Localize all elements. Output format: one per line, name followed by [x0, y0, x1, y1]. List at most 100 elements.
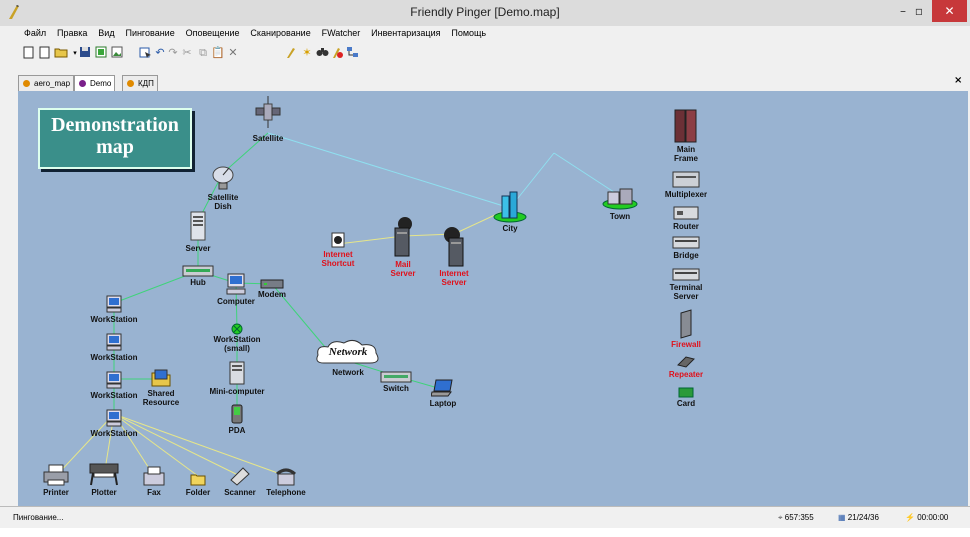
node-label: Switch: [383, 384, 409, 393]
node-label: Town: [609, 212, 631, 221]
undo-icon[interactable]: ↶: [153, 46, 167, 60]
map-title-box[interactable]: Demonstration map: [38, 108, 192, 169]
satellite-icon: [255, 96, 281, 128]
cursor-icon: ⌖: [778, 513, 783, 522]
minicomputer-icon: [229, 361, 245, 385]
tab-status-dot-icon: [23, 80, 30, 87]
image-icon[interactable]: [110, 46, 124, 60]
status-coords: ⌖ 657:355: [778, 513, 814, 522]
node-label: Satellite Dish: [207, 193, 239, 211]
bridge-icon: [672, 236, 700, 249]
menu-scanning[interactable]: Сканирование: [250, 28, 310, 38]
server-icon: [190, 211, 206, 241]
tab-demo[interactable]: Demo: [74, 75, 116, 92]
new-page-icon[interactable]: [38, 46, 52, 60]
node-label: WorkStation (small): [213, 335, 261, 353]
watch-icon[interactable]: [330, 46, 344, 60]
paste-icon[interactable]: 📋: [211, 46, 225, 60]
node-label: PDA: [228, 426, 246, 435]
pda-icon: [231, 404, 243, 424]
toolbar: ▾ ↶ ↷ ✂ ⧉ 📋 ✕ ✶: [18, 43, 958, 69]
node-label: Server: [185, 244, 211, 253]
router-icon: [673, 206, 699, 220]
node-label: Firewall: [671, 340, 701, 349]
map-title-line2: map: [96, 136, 134, 158]
menu-bar: Файл Правка Вид Пингование Оповещение Ск…: [0, 26, 970, 42]
binoculars-icon[interactable]: [315, 46, 329, 60]
mail-server-icon: [394, 217, 412, 257]
node-label: Router: [673, 222, 699, 231]
workstation-small-icon: [231, 323, 243, 335]
node-label: Internet Shortcut: [321, 250, 355, 268]
close-button[interactable]: ✕: [932, 0, 967, 22]
mainframe-icon: [674, 109, 697, 143]
tab-label: КДП: [138, 79, 154, 88]
select-mode-icon[interactable]: [138, 46, 152, 60]
network-scan-icon[interactable]: [345, 46, 359, 60]
cloud-label: Network: [328, 346, 368, 358]
tab-status-dot-icon: [127, 80, 134, 87]
node-label: Telephone: [266, 488, 306, 497]
repeater-icon: [677, 356, 695, 368]
firewall-icon: [680, 309, 692, 339]
node-label: Shared Resource: [142, 389, 180, 407]
menu-edit[interactable]: Правка: [57, 28, 87, 38]
hub-icon: [182, 265, 214, 277]
node-label: Laptop: [429, 399, 457, 408]
status-text: Пингование...: [13, 513, 64, 522]
copy-icon[interactable]: ⧉: [196, 46, 210, 60]
tab-status-dot-icon: [79, 80, 86, 87]
node-label: Bridge: [673, 251, 699, 260]
menu-pinging[interactable]: Пингование: [125, 28, 174, 38]
tab-kdp[interactable]: КДП: [122, 75, 158, 92]
shared-folder-icon: [151, 369, 171, 387]
workstation-icon: [106, 409, 122, 427]
scanner-icon: [230, 467, 250, 486]
menu-help[interactable]: Помощь: [451, 28, 486, 38]
tab-label: Demo: [90, 79, 112, 88]
telephone-icon: [276, 468, 296, 486]
node-label: WorkStation: [90, 315, 138, 324]
menu-alerts[interactable]: Оповещение: [186, 28, 240, 38]
bottom-strip: [0, 528, 970, 537]
menu-file[interactable]: Файл: [24, 28, 46, 38]
open-folder-icon[interactable]: [54, 46, 68, 60]
node-label: Satellite: [252, 134, 284, 143]
status-counts: ▦ 21/24/36: [838, 513, 879, 522]
workstation-icon: [106, 333, 122, 351]
redo-icon[interactable]: ↷: [166, 46, 180, 60]
map-canvas[interactable]: Demonstration map Satellite Satellite Dis…: [18, 91, 968, 506]
node-label: Terminal Server: [669, 283, 703, 301]
new-map-icon[interactable]: [22, 46, 36, 60]
node-label: Multiplexer: [664, 190, 708, 199]
tab-aero-map[interactable]: aero_map: [18, 75, 75, 92]
menu-view[interactable]: Вид: [98, 28, 114, 38]
multiplexer-icon: [672, 171, 700, 188]
plotter-icon: [89, 463, 119, 486]
maximize-button[interactable]: ▫: [906, 0, 932, 22]
node-label: City: [502, 224, 518, 233]
alert-icon[interactable]: ✶: [300, 46, 314, 60]
node-label: WorkStation: [90, 429, 138, 438]
node-label: Network: [332, 368, 364, 377]
close-tab-button[interactable]: ×: [954, 75, 962, 86]
properties-icon[interactable]: [94, 46, 108, 60]
internet-shortcut-icon: [331, 232, 345, 248]
node-label: WorkStation: [90, 353, 138, 362]
cut-icon[interactable]: ✂: [180, 46, 194, 60]
menu-inventory[interactable]: Инвентаризация: [371, 28, 440, 38]
node-label: Repeater: [668, 370, 704, 379]
delete-icon[interactable]: ✕: [226, 46, 240, 60]
satellite-dish-icon: [212, 166, 234, 190]
node-label: Mini-computer: [209, 387, 265, 396]
ping-icon[interactable]: [284, 46, 298, 60]
map-title-line1: Demonstration: [51, 114, 179, 136]
switch-icon: [380, 371, 412, 383]
node-label: Internet Server: [439, 269, 469, 287]
window-title: Friendly Pinger [Demo.map]: [410, 5, 560, 19]
menu-fwatcher[interactable]: FWatcher: [322, 28, 361, 38]
save-icon[interactable]: [78, 46, 92, 60]
modem-icon: [260, 279, 284, 289]
status-timer: ⚡ 00:00:00: [905, 513, 949, 522]
town-icon: [602, 188, 638, 210]
